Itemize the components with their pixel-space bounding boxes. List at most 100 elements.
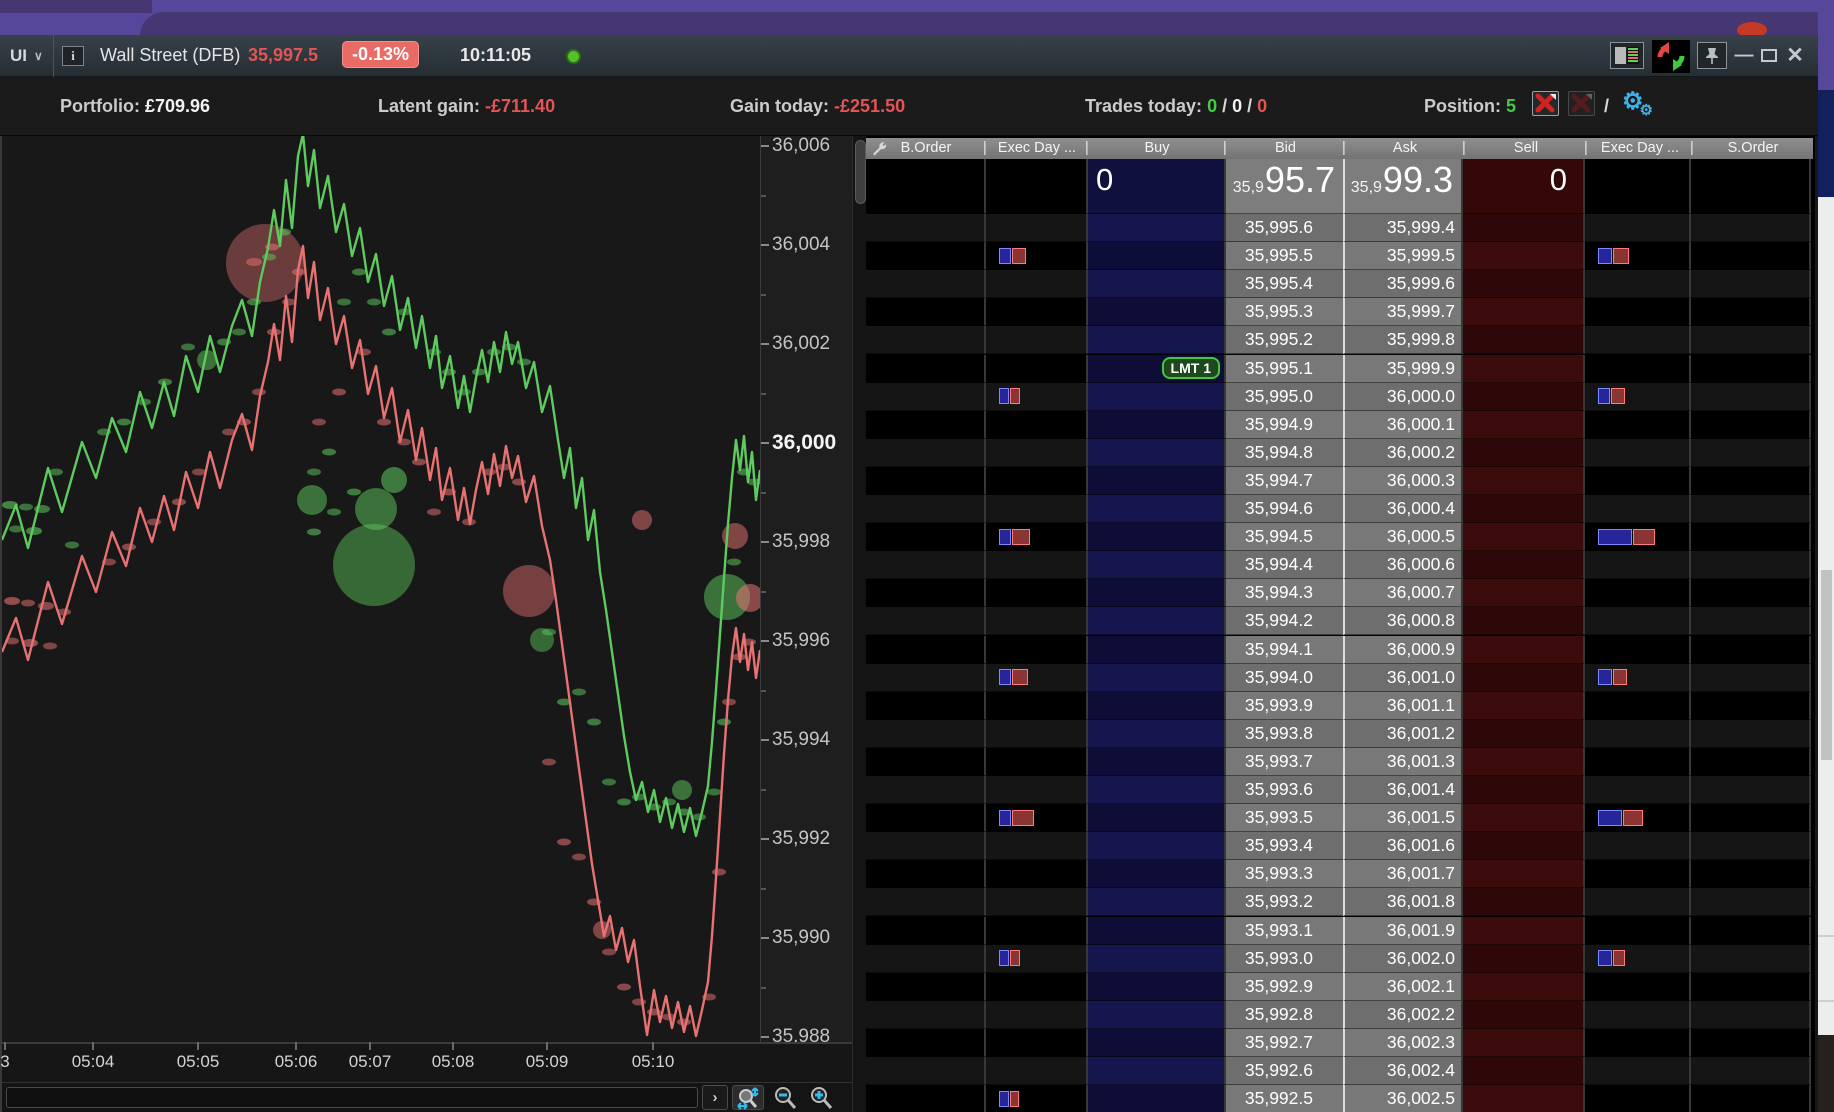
cell-exec-day-left[interactable] (986, 1057, 1088, 1086)
cell-exec-day-left[interactable] (986, 1085, 1088, 1112)
cell-ask-price[interactable]: 36,000.7 (1343, 579, 1463, 608)
cell-exec-day-right[interactable] (1585, 719, 1691, 748)
cell-bid-price[interactable]: 35,995.3 (1226, 298, 1345, 327)
cell-bid-price[interactable]: 35,993.4 (1226, 832, 1345, 861)
cell-exec-day-left[interactable] (986, 551, 1088, 580)
buy-market-cell[interactable]: 0 (1088, 159, 1226, 214)
ladder-header-exec-day[interactable]: Exec Day ... (986, 140, 1088, 156)
minimize-button[interactable]: — (1733, 42, 1755, 69)
cell-border-order[interactable] (866, 776, 986, 805)
cell-exec-day-left[interactable] (986, 298, 1088, 327)
cell-exec-day-left[interactable] (986, 860, 1088, 889)
cell-stop-order[interactable] (1691, 242, 1811, 271)
cell-border-order[interactable] (866, 860, 986, 889)
limit-order-badge[interactable]: LMT 1 (1161, 357, 1220, 380)
cell-exec-day-left[interactable] (986, 1028, 1088, 1057)
cell-stop-order[interactable] (1691, 1057, 1811, 1086)
workspace-dropdown[interactable]: UI ∨ (0, 35, 54, 77)
price-chart[interactable] (2, 136, 760, 1042)
cell-bid-price[interactable]: 35,993.7 (1226, 747, 1345, 776)
cell-border-order[interactable] (866, 832, 986, 861)
cell-exec-day-right[interactable] (1585, 326, 1691, 355)
cell-exec-day-left[interactable] (986, 607, 1088, 636)
cell-sell[interactable] (1463, 495, 1585, 524)
cell-bid-price[interactable]: 35,993.1 (1226, 916, 1345, 945)
cell-bid-price[interactable]: 35,994.7 (1226, 466, 1345, 495)
cell-sell[interactable] (1463, 326, 1585, 355)
cell-border-order[interactable] (866, 804, 986, 833)
refresh-button[interactable] (1652, 40, 1690, 73)
cell-stop-order[interactable] (1691, 916, 1811, 945)
cell-ask-price[interactable]: 36,000.0 (1343, 382, 1463, 411)
cell-exec-day-right[interactable] (1585, 270, 1691, 299)
cell-exec-day-left[interactable] (986, 747, 1088, 776)
cell-stop-order[interactable] (1691, 832, 1811, 861)
cell-border-order[interactable] (866, 663, 986, 692)
cell-ask-price[interactable]: 36,002.2 (1343, 1000, 1463, 1029)
cell-ask-price[interactable]: 35,999.7 (1343, 298, 1463, 327)
cell-stop-order[interactable] (1691, 354, 1811, 383)
cell-bid-price[interactable]: 35,993.6 (1226, 776, 1345, 805)
cell-buy[interactable] (1088, 466, 1226, 495)
cell-stop-order[interactable] (1691, 1000, 1811, 1029)
cell-ask-price[interactable]: 36,000.1 (1343, 410, 1463, 439)
cell-buy[interactable] (1088, 1085, 1226, 1112)
cell-stop-order[interactable] (1691, 1028, 1811, 1057)
cell-buy[interactable] (1088, 860, 1226, 889)
cell-exec-day-right[interactable] (1585, 466, 1691, 495)
cell-border-order[interactable] (866, 326, 986, 355)
close-position-button[interactable] (1532, 91, 1559, 116)
cell-border-order[interactable] (866, 382, 986, 411)
cell-bid-price[interactable]: 35,995.2 (1226, 326, 1345, 355)
cell-sell[interactable] (1463, 270, 1585, 299)
cell-sell[interactable] (1463, 776, 1585, 805)
cell-exec-day-left[interactable] (986, 438, 1088, 467)
cell-stop-order[interactable] (1691, 747, 1811, 776)
cell-ask-price[interactable]: 36,001.6 (1343, 832, 1463, 861)
cell-sell[interactable] (1463, 354, 1585, 383)
cell-stop-order[interactable] (1691, 214, 1811, 243)
cell-stop-order[interactable] (1691, 944, 1811, 973)
cell-ask-price[interactable]: 35,999.6 (1343, 270, 1463, 299)
cell-exec-day-right[interactable] (1585, 776, 1691, 805)
cell-buy[interactable] (1088, 691, 1226, 720)
cell-sell[interactable] (1463, 382, 1585, 411)
ladder-header-buy[interactable]: Buy (1088, 140, 1226, 156)
cell-stop-order[interactable] (1691, 298, 1811, 327)
cell-buy[interactable] (1088, 1000, 1226, 1029)
cell-bid-price[interactable]: 35,995.0 (1226, 382, 1345, 411)
cell-exec-day-right[interactable] (1585, 691, 1691, 720)
cell-buy[interactable]: LMT 1 (1088, 354, 1226, 383)
cell-exec-day-left[interactable] (986, 466, 1088, 495)
cell-ask-price[interactable]: 36,001.5 (1343, 804, 1463, 833)
cell-sell[interactable] (1463, 719, 1585, 748)
cell-bid-price[interactable]: 35,994.8 (1226, 438, 1345, 467)
cell-border-order[interactable] (866, 438, 986, 467)
cell-bid-price[interactable]: 35,995.4 (1226, 270, 1345, 299)
cell-buy[interactable] (1088, 579, 1226, 608)
cell-exec-day-right[interactable] (1585, 354, 1691, 383)
cell-border-order[interactable] (866, 551, 986, 580)
cell-sell[interactable] (1463, 551, 1585, 580)
maximize-button[interactable] (1757, 42, 1781, 69)
cell-border-order[interactable] (866, 972, 986, 1001)
cell-sell[interactable] (1463, 579, 1585, 608)
cell-bid-price[interactable]: 35,995.6 (1226, 214, 1345, 243)
cell-ask-price[interactable]: 36,000.3 (1343, 466, 1463, 495)
cell-bid-price[interactable]: 35,994.2 (1226, 607, 1345, 636)
cell-exec-day-right[interactable] (1585, 635, 1691, 664)
cell-stop-order[interactable] (1691, 607, 1811, 636)
cell-border-order[interactable] (866, 298, 986, 327)
cell-exec-day-left[interactable] (986, 635, 1088, 664)
cell-ask-price[interactable]: 36,002.4 (1343, 1057, 1463, 1086)
cell-exec-day-left[interactable] (986, 916, 1088, 945)
cell-bid-price[interactable]: 35,994.4 (1226, 551, 1345, 580)
cell-sell[interactable] (1463, 691, 1585, 720)
cell-exec-day-right[interactable] (1585, 551, 1691, 580)
chart-vscroll-thumb[interactable] (855, 140, 866, 204)
cell-stop-order[interactable] (1691, 719, 1811, 748)
cell-border-order[interactable] (866, 1085, 986, 1112)
cell-ask-price[interactable]: 36,001.2 (1343, 719, 1463, 748)
cell-stop-order[interactable] (1691, 382, 1811, 411)
cell-border-order[interactable] (866, 888, 986, 917)
